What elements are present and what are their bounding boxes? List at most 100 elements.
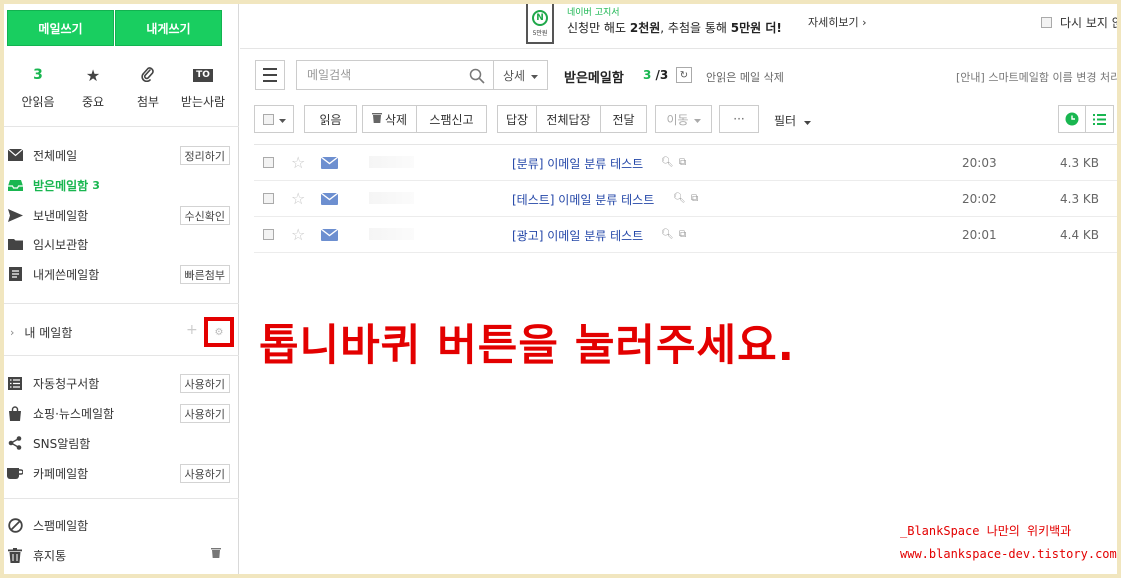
search-icon[interactable] — [469, 68, 485, 87]
quick-unread[interactable]: 3 안읽음 — [12, 66, 64, 110]
trash-icon — [7, 547, 23, 563]
organize-button[interactable]: 정리하기 — [179, 146, 230, 165]
chevron-right-icon: › — [10, 325, 15, 339]
ad-message: 신청만 해도 2천원, 추첨을 통해 5만원 더! — [567, 21, 782, 35]
quick-important[interactable]: ★ 중요 — [67, 66, 119, 110]
menu-button[interactable] — [255, 60, 285, 90]
mail-subject[interactable]: [분류] 이메일 분류 테스트 — [512, 155, 643, 172]
trash-icon — [371, 112, 382, 126]
divider — [4, 303, 239, 304]
to-icon: TO — [193, 68, 213, 82]
divider — [4, 498, 239, 499]
mark-read-button[interactable]: 읽음 — [304, 105, 357, 133]
enable-shopping-button[interactable]: 사용하기 — [179, 404, 230, 423]
empty-trash-icon[interactable] — [211, 547, 221, 561]
enable-cafe-button[interactable]: 사용하기 — [179, 464, 230, 483]
detail-search-button[interactable]: 상세 — [494, 60, 548, 90]
mail-checkbox[interactable] — [263, 157, 274, 168]
checkbox-icon — [262, 113, 274, 125]
mail-subject[interactable]: [광고] 이메일 분류 테스트 — [512, 227, 643, 244]
ad-phone-image: N 5만원 — [526, 4, 554, 44]
star-icon[interactable]: ☆ — [291, 225, 305, 244]
quick-attach-button[interactable]: 빠른첨부 — [179, 265, 230, 284]
read-receipt-button[interactable]: 수신확인 — [179, 206, 230, 225]
sender-name[interactable] — [369, 228, 414, 240]
list-view-icon[interactable] — [1086, 105, 1114, 133]
folder-spam-label: 스팸메일함 — [33, 518, 89, 533]
ad-phone-amount: 5만원 — [532, 30, 548, 37]
open-new-window-icon[interactable]: ⧉ — [679, 229, 686, 240]
delete-unread-link[interactable]: 안읽은 메일 삭제 — [706, 69, 784, 85]
ad-more-link[interactable]: 자세히보기 › — [808, 14, 867, 30]
gear-icon[interactable]: ⚙ — [204, 317, 234, 347]
folder-cafe-label: 카페메일함 — [33, 466, 89, 481]
select-all-checkbox[interactable] — [254, 105, 294, 133]
sidebar: 메일쓰기 내게쓰기 3 안읽음 ★ 중요 첨부 TO 받는사람 전체메일 정리하… — [4, 4, 239, 574]
compose-self-button[interactable]: 내게쓰기 — [115, 10, 222, 46]
folder-inbox-count: 3 — [92, 178, 100, 192]
search-input[interactable] — [307, 68, 467, 82]
folder-spam[interactable]: 스팸메일함 — [4, 511, 239, 539]
page-title: 받은메일함 — [564, 71, 624, 86]
quick-unread-label: 안읽음 — [21, 95, 55, 109]
add-folder-icon[interactable]: + — [186, 322, 198, 338]
quick-recipient-label: 받는사람 — [180, 95, 226, 109]
mail-checkbox[interactable] — [263, 229, 274, 240]
mail-row[interactable]: ☆ [광고] 이메일 분류 테스트 🔍︎ ⧉ 20:01 4.4 KB — [254, 217, 1117, 253]
mail-checkbox[interactable] — [263, 193, 274, 204]
time-view-icon[interactable] — [1058, 105, 1086, 133]
ad-banner[interactable]: N 5만원 네이버 고지서 신청만 해도 2천원, 추첨을 통해 5만원 더! … — [240, 4, 1117, 48]
search-icon[interactable]: 🔍︎ — [661, 229, 674, 240]
folder-trash[interactable]: 휴지통 — [4, 541, 239, 569]
folder-inbox[interactable]: 받은메일함 3 — [4, 171, 239, 199]
unread-count: 3 — [33, 67, 43, 83]
folder-all-label: 전체메일 — [33, 148, 78, 163]
mail-size: 4.3 KB — [1060, 192, 1099, 206]
quick-attach-label: 첨부 — [136, 95, 160, 109]
ad-dismiss-checkbox[interactable]: 다시 보지 않음 — [1041, 14, 1117, 31]
paperclip-icon — [141, 66, 155, 85]
forward-button[interactable]: 전달 — [601, 105, 647, 133]
envelope-icon — [7, 147, 23, 163]
quick-recipient[interactable]: TO 받는사람 — [177, 66, 229, 110]
shopping-bag-icon — [7, 405, 23, 421]
mail-row[interactable]: ☆ [테스트] 이메일 분류 테스트 🔍︎ ⧉ 20:02 4.3 KB — [254, 181, 1117, 217]
folder-billing-label: 자동청구서함 — [33, 376, 100, 391]
mail-time: 20:02 — [962, 192, 997, 206]
folder-sns[interactable]: SNS알림함 — [4, 429, 239, 457]
sender-name[interactable] — [369, 156, 414, 168]
star-icon[interactable]: ☆ — [291, 189, 305, 208]
report-spam-button[interactable]: 스팸신고 — [417, 105, 487, 133]
delete-button[interactable]: 삭제 — [362, 105, 417, 133]
mail-size: 4.3 KB — [1060, 156, 1099, 170]
list-icon — [7, 375, 23, 391]
watermark-title: _BlankSpace 나만의 위키백과 — [900, 524, 1072, 538]
open-new-window-icon[interactable]: ⧉ — [691, 193, 698, 204]
reply-button[interactable]: 답장 — [497, 105, 537, 133]
mail-row[interactable]: ☆ [분류] 이메일 분류 테스트 🔍︎ ⧉ 20:03 4.3 KB — [254, 145, 1117, 181]
enable-billing-button[interactable]: 사용하기 — [179, 374, 230, 393]
folder-sns-label: SNS알림함 — [33, 436, 91, 451]
compose-button[interactable]: 메일쓰기 — [7, 10, 114, 46]
refresh-icon[interactable]: ↻ — [676, 67, 692, 83]
quick-attach[interactable]: 첨부 — [122, 66, 174, 110]
sender-name[interactable] — [369, 192, 414, 204]
mail-subject[interactable]: [테스트] 이메일 분류 테스트 — [512, 191, 654, 208]
more-button[interactable]: ··· — [719, 105, 759, 133]
envelope-icon — [321, 229, 338, 241]
reply-all-button[interactable]: 전체답장 — [537, 105, 601, 133]
caret-down-icon — [693, 112, 701, 126]
folder-trash-label: 휴지통 — [33, 548, 67, 563]
search-icon[interactable]: 🔍︎ — [661, 157, 674, 168]
open-new-window-icon[interactable]: ⧉ — [679, 157, 686, 168]
compose-buttons: 메일쓰기 내게쓰기 — [7, 10, 222, 46]
star-icon[interactable]: ☆ — [291, 153, 305, 172]
mail-app: 메일쓰기 내게쓰기 3 안읽음 ★ 중요 첨부 TO 받는사람 전체메일 정리하… — [4, 4, 1117, 574]
notice-link[interactable]: [안내] 스마트메일함 이름 변경 처리 — [956, 69, 1117, 85]
mail-size: 4.4 KB — [1060, 228, 1099, 242]
search-icon[interactable]: 🔍︎ — [673, 193, 686, 204]
move-button[interactable]: 이동 — [655, 105, 712, 133]
filter-dropdown[interactable]: 필터 — [774, 112, 811, 129]
quick-filters: 3 안읽음 ★ 중요 첨부 TO 받는사람 — [12, 66, 232, 110]
folder-drafts[interactable]: 임시보관함 — [4, 230, 239, 258]
